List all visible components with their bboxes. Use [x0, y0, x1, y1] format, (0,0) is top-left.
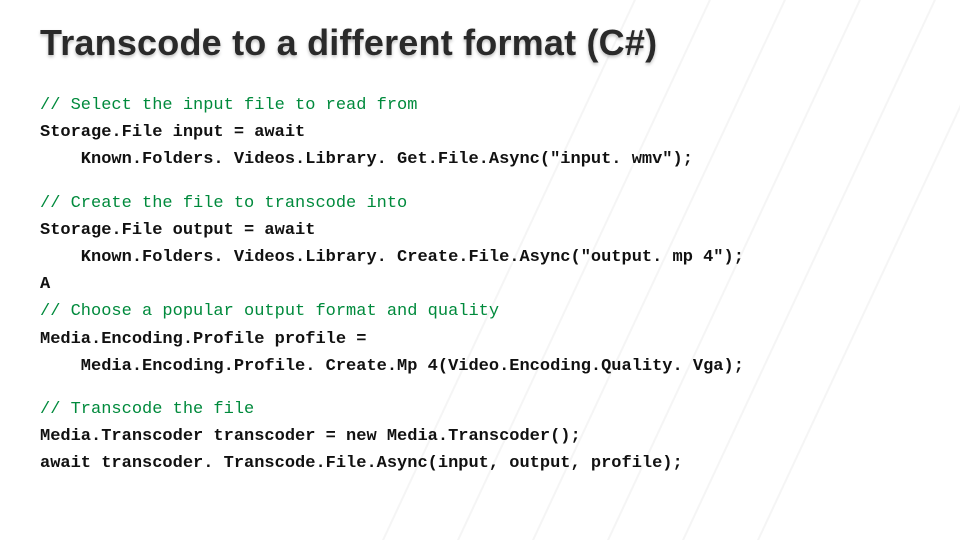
code-line: await transcoder. Transcode.File.Async(i…: [40, 454, 683, 473]
code-line: Known.Folders. Videos.Library. Create.Fi…: [40, 248, 744, 267]
code-line: A: [40, 275, 50, 294]
code-block: // Select the input file to read from St…: [40, 92, 920, 477]
code-line: Storage.File input = await: [40, 123, 305, 142]
slide-title: Transcode to a different format (C#): [40, 22, 920, 64]
slide-content: Transcode to a different format (C#) // …: [0, 0, 960, 540]
code-comment: // Select the input file to read from: [40, 96, 417, 115]
code-comment: // Transcode the file: [40, 400, 254, 419]
code-line: Media.Encoding.Profile. Create.Mp 4(Vide…: [40, 357, 744, 376]
code-line: Media.Encoding.Profile profile =: [40, 330, 366, 349]
code-line: Storage.File output = await: [40, 221, 315, 240]
code-comment: // Create the file to transcode into: [40, 194, 407, 213]
code-line: Media.Transcoder transcoder = new Media.…: [40, 427, 581, 446]
code-comment: // Choose a popular output format and qu…: [40, 302, 499, 321]
code-line: Known.Folders. Videos.Library. Get.File.…: [40, 150, 693, 169]
